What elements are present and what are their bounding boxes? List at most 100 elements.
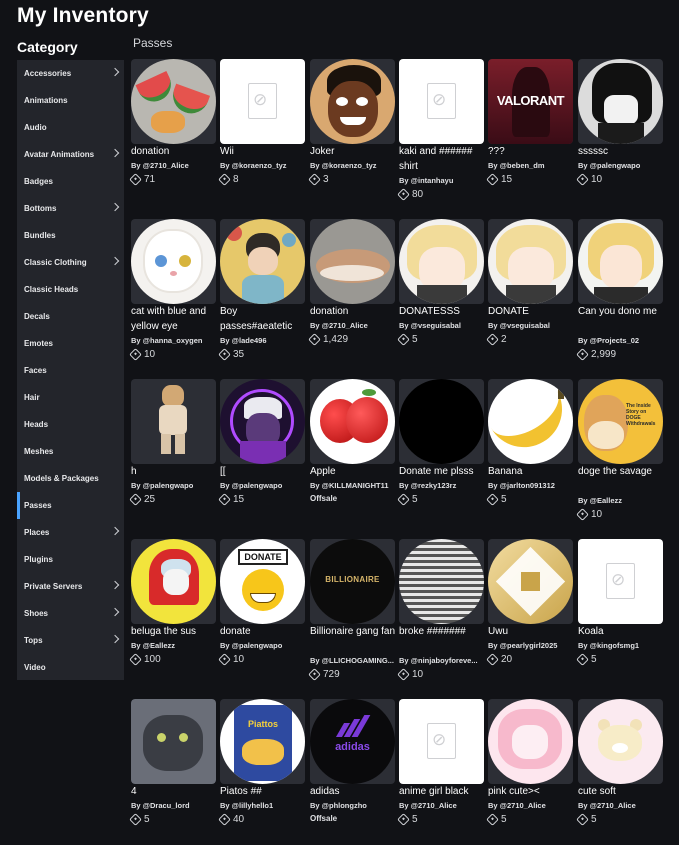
image-placeholder-icon[interactable]: [399, 59, 484, 144]
pass-name[interactable]: DONATESSS: [399, 304, 487, 319]
image-placeholder-icon[interactable]: [220, 59, 305, 144]
sidebar-item-audio[interactable]: Audio: [17, 114, 124, 141]
sidebar-item-faces[interactable]: Faces: [17, 357, 124, 384]
pass-name[interactable]: kaki and ###### shirt: [399, 144, 487, 174]
pass-name[interactable]: adidas: [310, 784, 398, 799]
pass-thumbnail[interactable]: [488, 219, 573, 304]
sidebar-item-avatar-animations[interactable]: Avatar Animations: [17, 141, 124, 168]
pass-card[interactable]: Wii By @koraenzo_tyz 8: [218, 59, 308, 209]
pass-card[interactable]: DONATE donate By @palengwapo 10: [218, 539, 308, 689]
pass-thumbnail[interactable]: [131, 379, 216, 464]
pass-creator[interactable]: By @intanhayu: [399, 176, 489, 185]
pass-card[interactable]: pink cute>< By @2710_Alice 5: [486, 699, 576, 845]
sidebar-item-bundles[interactable]: Bundles: [17, 222, 124, 249]
pass-name[interactable]: cat with blue and yellow eye: [131, 304, 219, 334]
sidebar-item-passes[interactable]: Passes: [17, 492, 124, 519]
pass-name[interactable]: 4: [131, 784, 219, 799]
pass-creator[interactable]: By @2710_Alice: [488, 801, 578, 810]
sidebar-item-animations[interactable]: Animations: [17, 87, 124, 114]
pass-thumbnail[interactable]: DONATE: [220, 539, 305, 624]
pass-creator[interactable]: By @hanna_oxygen: [131, 336, 221, 345]
pass-card[interactable]: h By @palengwapo 25: [129, 379, 219, 529]
pass-card[interactable]: donation By @2710_Alice 71: [129, 59, 219, 209]
pass-card[interactable]: Koala By @kingofsmg1 5: [576, 539, 666, 689]
pass-creator[interactable]: By @palengwapo: [220, 481, 310, 490]
pass-name[interactable]: cute soft: [578, 784, 666, 799]
sidebar-item-bottoms[interactable]: Bottoms: [17, 195, 124, 222]
pass-creator[interactable]: By @vseguisabal: [488, 321, 578, 330]
pass-name[interactable]: Piatos ##: [220, 784, 308, 799]
pass-name[interactable]: Wii: [220, 144, 308, 159]
pass-thumbnail[interactable]: [399, 379, 484, 464]
pass-card[interactable]: DONATESSS By @vseguisabal 5: [397, 219, 487, 369]
pass-name[interactable]: Banana: [488, 464, 576, 479]
pass-name[interactable]: donation: [131, 144, 219, 159]
pass-creator[interactable]: By @Dracu_lord: [131, 801, 221, 810]
sidebar-item-plugins[interactable]: Plugins: [17, 546, 124, 573]
pass-card[interactable]: Boy passes#aeatetic By @lade496 35: [218, 219, 308, 369]
pass-name[interactable]: broke #######: [399, 624, 487, 639]
pass-creator[interactable]: By @palengwapo: [131, 481, 221, 490]
pass-thumbnail[interactable]: [578, 59, 663, 144]
pass-card[interactable]: Donate me plsss By @rezky123rz 5: [397, 379, 484, 529]
pass-thumbnail[interactable]: BILLIONAIRE: [310, 539, 395, 624]
pass-creator[interactable]: By @2710_Alice: [399, 801, 489, 810]
pass-name[interactable]: h: [131, 464, 219, 479]
pass-card[interactable]: donation By @2710_Alice 1,429: [308, 219, 395, 369]
pass-creator[interactable]: By @rezky123rz: [399, 481, 489, 490]
sidebar-item-accessories[interactable]: Accessories: [17, 60, 124, 87]
pass-card[interactable]: cute soft By @2710_Alice 5: [576, 699, 666, 845]
pass-name[interactable]: pink cute><: [488, 784, 576, 799]
pass-card[interactable]: BILLIONAIRE Billionaire gang fan By @LLICH…: [308, 539, 395, 689]
pass-thumbnail[interactable]: adidas: [310, 699, 395, 784]
pass-card[interactable]: Piattos Piatos ## By @lillyhello1 40: [218, 699, 308, 845]
sidebar-item-decals[interactable]: Decals: [17, 303, 124, 330]
pass-thumbnail[interactable]: [131, 699, 216, 784]
pass-name[interactable]: Boy passes#aeatetic: [220, 304, 308, 334]
sidebar-item-classic-heads[interactable]: Classic Heads: [17, 276, 124, 303]
pass-creator[interactable]: By @jarlton091312: [488, 481, 578, 490]
pass-thumbnail[interactable]: [488, 379, 573, 464]
pass-creator[interactable]: By @vseguisabal: [399, 321, 489, 330]
pass-thumbnail[interactable]: [131, 219, 216, 304]
pass-thumbnail[interactable]: VALORANT: [488, 59, 573, 144]
pass-thumbnail[interactable]: [578, 219, 663, 304]
pass-card[interactable]: beluga the sus By @Eallezz 100: [129, 539, 216, 689]
sidebar-item-hair[interactable]: Hair: [17, 384, 124, 411]
pass-thumbnail[interactable]: [399, 219, 484, 304]
pass-thumbnail[interactable]: [220, 219, 305, 304]
pass-card[interactable]: VALORANT??? By @beben_dm 15: [486, 59, 576, 209]
pass-card[interactable]: anime girl black By @2710_Alice 5: [397, 699, 487, 845]
sidebar-item-heads[interactable]: Heads: [17, 411, 124, 438]
pass-creator[interactable]: By @ninjaboyforeve...: [399, 656, 489, 665]
image-placeholder-icon[interactable]: [399, 699, 484, 784]
pass-thumbnail[interactable]: [131, 539, 216, 624]
pass-name[interactable]: anime girl black: [399, 784, 487, 799]
sidebar-item-emotes[interactable]: Emotes: [17, 330, 124, 357]
pass-name[interactable]: Joker: [310, 144, 398, 159]
pass-thumbnail[interactable]: [310, 59, 395, 144]
pass-creator[interactable]: By @lillyhello1: [220, 801, 310, 810]
pass-name[interactable]: Koala: [578, 624, 666, 639]
pass-name[interactable]: Apple: [310, 464, 398, 479]
pass-name[interactable]: doge the savage: [578, 464, 666, 479]
pass-card[interactable]: Joker By @koraenzo_tyz 3: [308, 59, 398, 209]
pass-creator[interactable]: By @kingofsmg1: [578, 641, 668, 650]
pass-creator[interactable]: By @2710_Alice: [578, 801, 668, 810]
pass-thumbnail[interactable]: [488, 699, 573, 784]
pass-card[interactable]: cat with blue and yellow eye By @hanna_ox…: [129, 219, 219, 369]
pass-card[interactable]: Can you dono me By @Projects_02 2,999: [576, 219, 663, 369]
pass-thumbnail[interactable]: [310, 219, 395, 304]
pass-thumbnail[interactable]: [488, 539, 573, 624]
pass-creator[interactable]: By @2710_Alice: [310, 321, 400, 330]
pass-name[interactable]: DONATE: [488, 304, 576, 319]
pass-card[interactable]: kaki and ###### shirt By @intanhayu 80: [397, 59, 487, 209]
pass-name[interactable]: ???: [488, 144, 576, 159]
image-placeholder-icon[interactable]: [578, 539, 663, 624]
pass-creator[interactable]: By @LLICHOGAMING...: [310, 656, 400, 665]
pass-card[interactable]: The Inside Story on DOGE Withdrawals doge…: [576, 379, 666, 529]
pass-creator[interactable]: By @KILLMANIGHT11: [310, 481, 400, 490]
pass-name[interactable]: donate: [220, 624, 308, 639]
pass-creator[interactable]: By @2710_Alice: [131, 161, 221, 170]
pass-thumbnail[interactable]: [399, 539, 484, 624]
